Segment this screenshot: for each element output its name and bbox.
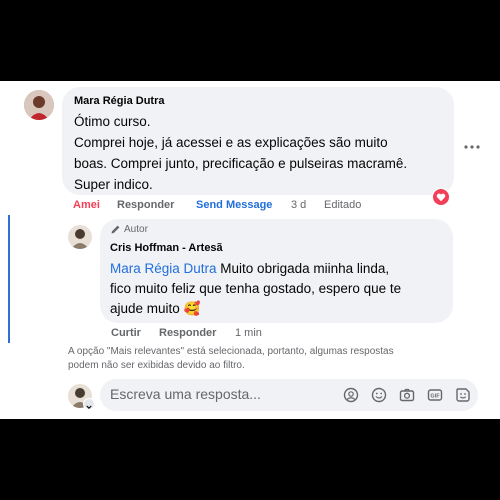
commenter-avatar[interactable]	[24, 90, 54, 120]
avatar-chevron-down-icon[interactable]	[83, 398, 95, 410]
reply-text-line: Mara Régia Dutra Muito obrigada miinha l…	[110, 259, 450, 279]
reply-text-line: fico muito feliz que tenha gostado, espe…	[110, 281, 402, 296]
reply-text: Mara Régia Dutra Muito obrigada miinha l…	[110, 259, 450, 319]
comment-bubble: Mara Régia Dutra Ótimo curso. Comprei ho…	[62, 87, 454, 195]
reply-bubble: Autor Cris Hoffman - Artesã Mara Régia D…	[100, 219, 453, 323]
reply-author[interactable]: Cris Hoffman - Artesã	[110, 242, 223, 254]
love-reaction-button[interactable]: Amei	[73, 199, 100, 211]
reply-button[interactable]: Responder	[117, 199, 174, 211]
reply-text-line: ajude muito 🥰	[110, 299, 450, 319]
like-button[interactable]: Curtir	[111, 327, 141, 339]
camera-icon[interactable]	[399, 387, 415, 403]
author-badge: Autor	[110, 224, 148, 235]
reply-composer[interactable]: Escreva uma resposta... GIF	[100, 379, 478, 411]
comment-text: Ótimo curso. Comprei hoje, já acessei e …	[74, 111, 449, 195]
smiling-hearts-emoji: 🥰	[183, 301, 201, 316]
reply-author-avatar[interactable]	[68, 225, 92, 249]
reply-input[interactable]: Escreva uma resposta...	[110, 386, 261, 402]
comment-timestamp[interactable]: 3 d	[291, 199, 306, 211]
gif-icon[interactable]: GIF	[427, 387, 443, 403]
mention-link[interactable]: Mara Régia Dutra	[110, 261, 217, 276]
sticker-icon[interactable]	[455, 387, 471, 403]
author-badge-label: Autor	[124, 224, 148, 235]
comment-author[interactable]: Mara Régia Dutra	[74, 95, 164, 107]
svg-text:GIF: GIF	[430, 394, 440, 400]
reply-timestamp[interactable]: 1 min	[235, 327, 262, 339]
comment-text-line: Super indico.	[74, 177, 153, 192]
emoji-icon[interactable]	[371, 387, 387, 403]
love-reaction-icon[interactable]	[432, 188, 450, 206]
filter-notice-line: podem não ser exibidas devido ao filtro.	[68, 360, 245, 371]
thread-connector	[8, 215, 10, 343]
pencil-icon	[110, 224, 121, 235]
avatar-sticker-icon[interactable]	[343, 387, 359, 403]
filter-notice-line: A opção "Mais relevantes" está seleciona…	[68, 346, 394, 357]
comment-text-line: Ótimo curso.	[74, 114, 151, 129]
edited-label: Editado	[324, 199, 362, 211]
reply-text-part: ajude muito	[110, 301, 184, 316]
reply-text-part: Muito obrigada miinha linda,	[216, 261, 390, 276]
more-options-icon[interactable]	[463, 137, 481, 149]
filter-notice: A opção "Mais relevantes" está seleciona…	[68, 345, 394, 373]
comment-text-line: Comprei hoje, já acessei e as explicaçõe…	[74, 135, 388, 150]
comment-text-line: boas. Comprei junto, precificação e puls…	[74, 156, 408, 171]
send-message-button[interactable]: Send Message	[196, 199, 272, 211]
comment-thread: Mara Régia Dutra Ótimo curso. Comprei ho…	[0, 81, 500, 419]
reply-reply-button[interactable]: Responder	[159, 327, 216, 339]
